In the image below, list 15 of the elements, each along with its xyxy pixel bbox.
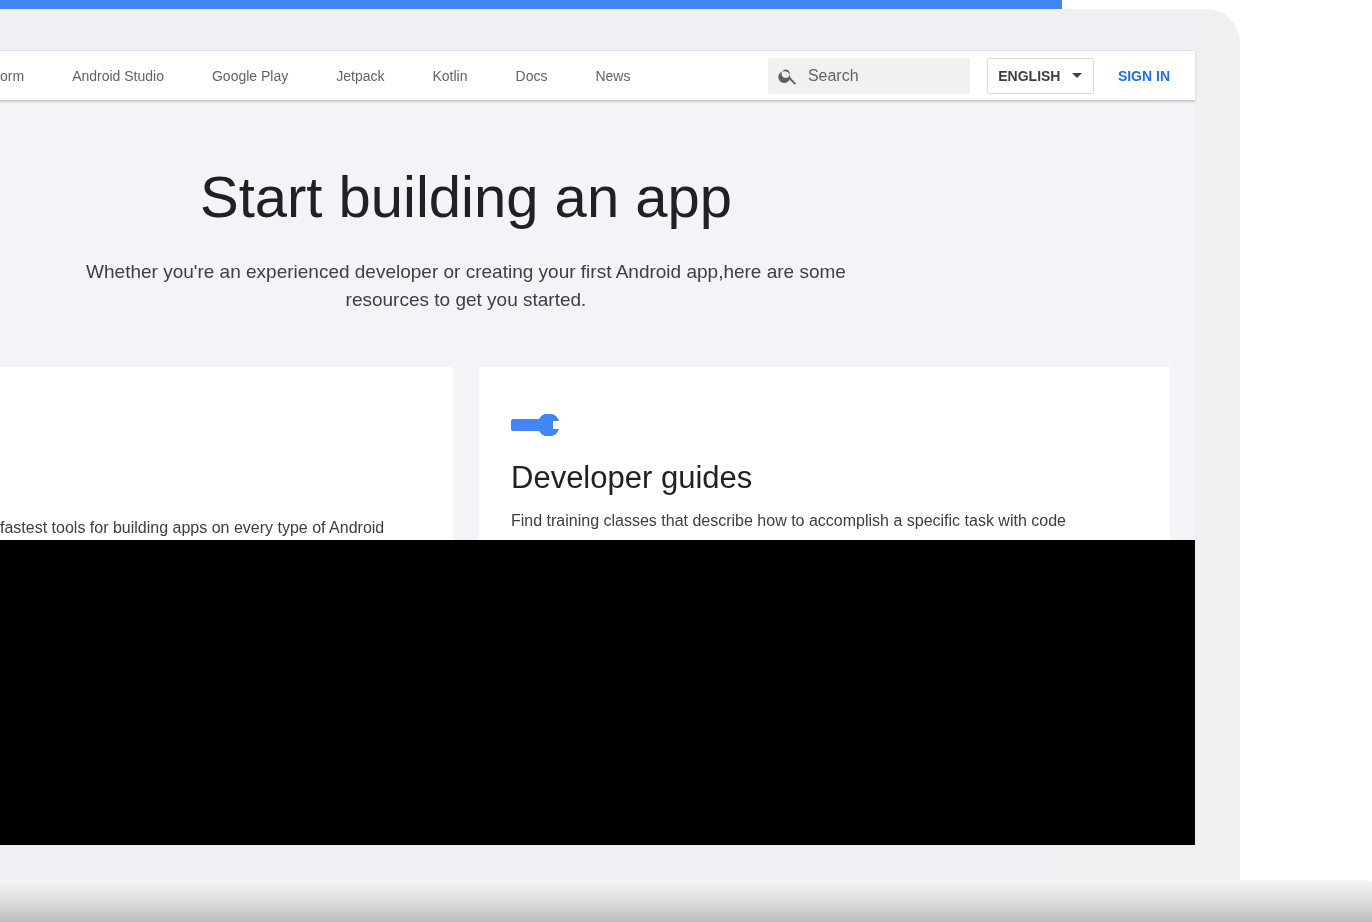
page-subtitle: Whether you're an experienced developer or creating your first Android app,here are some resources to get you started. [85,260,847,312]
language-dropdown[interactable]: ENGLISH [986,57,1094,94]
card-text: Find training classes that describe how to accomplish a specific task with code [511,511,1067,531]
nav-link[interactable]: orm [0,67,25,84]
sign-in-link[interactable]: SIGN IN [1117,67,1170,84]
nav-link[interactable]: News [595,67,631,84]
nav-link[interactable]: Kotlin [432,67,468,84]
page-heading: Start building an app [199,164,733,230]
nav-link[interactable]: Android Studio [72,67,164,84]
nav-link[interactable]: Docs [515,67,548,84]
search-field[interactable]: Search [767,57,970,94]
card-text: fastest tools for building apps on every type of Android [0,518,386,538]
card-title: Developer guides [511,459,754,497]
nav-link[interactable]: Google Play [211,67,289,84]
nav-link[interactable]: Jetpack [336,67,385,84]
